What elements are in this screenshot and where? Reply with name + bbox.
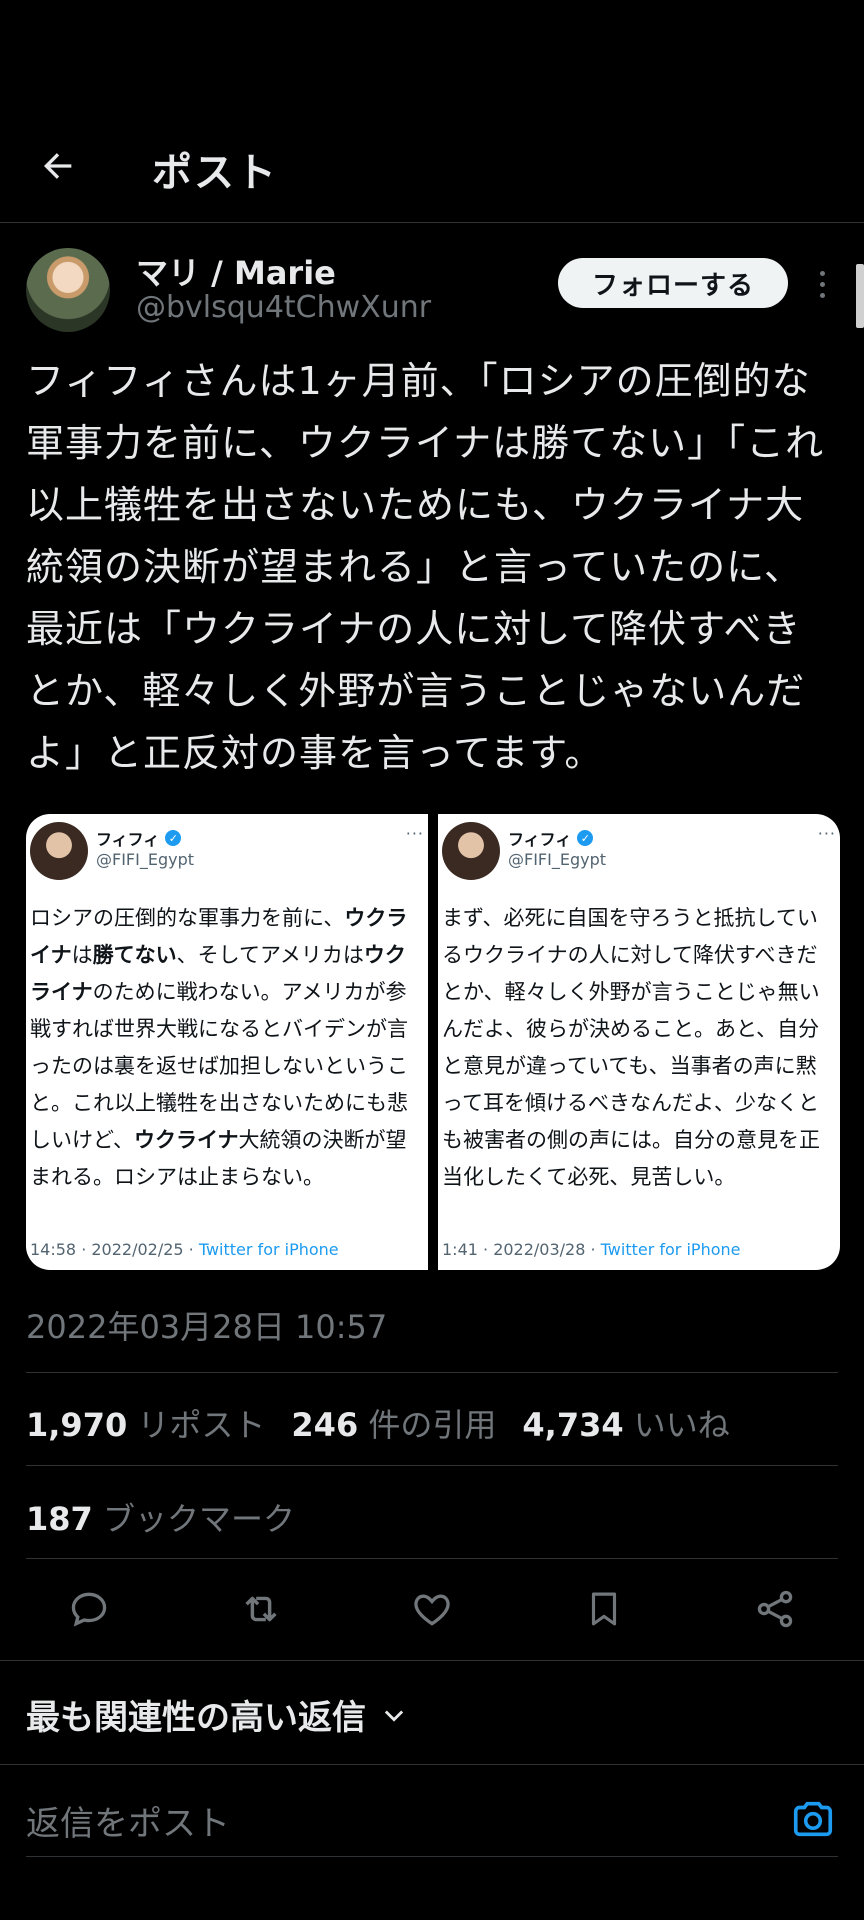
share-icon <box>757 1590 793 1628</box>
divider <box>26 1558 838 1559</box>
embedded-more-icon: ··· <box>405 824 424 843</box>
avatar[interactable] <box>26 248 110 332</box>
divider <box>26 1465 838 1466</box>
media-image-right[interactable]: フィフィ ✓ @FIFI_Egypt ··· まず、必死に自国を守ろうと抵抗して… <box>438 814 840 1270</box>
arrow-left-icon <box>44 153 72 179</box>
reposts-stat[interactable]: 1,970 リポスト <box>26 1400 265 1446</box>
page-title: ポスト <box>152 150 278 196</box>
back-button[interactable] <box>30 138 86 194</box>
embedded-meta: 14:58 · 2022/02/25 · Twitter for iPhone <box>30 1240 339 1259</box>
top-bar: ポスト <box>0 0 864 223</box>
camera-button[interactable] <box>790 1796 836 1842</box>
tweet-text: フィフィさんは1ヶ月前、「ロシアの圧倒的な軍事力を前に、ウクライナは勝てない」「… <box>26 359 825 775</box>
embedded-avatar <box>30 822 88 880</box>
engagement-stats: 1,970 リポスト 246 件の引用 4,734 いいね <box>26 1400 730 1446</box>
quotes-stat[interactable]: 246 件の引用 <box>291 1400 496 1446</box>
bookmarks-stat[interactable]: 187 ブックマーク <box>26 1494 295 1540</box>
embedded-name-text: フィフィ <box>96 830 160 849</box>
scrollbar[interactable] <box>856 264 864 328</box>
reply-sort-dropdown[interactable]: 最も関連性の高い返信 <box>26 1690 408 1739</box>
reply-sort-label: 最も関連性の高い返信 <box>26 1698 366 1738</box>
embedded-name-text: フィフィ <box>508 830 572 849</box>
tweet-timestamp[interactable]: 2022年03月28日 10:57 <box>26 1302 387 1348</box>
divider <box>0 1660 864 1661</box>
author-display-name[interactable]: マリ / Marie <box>136 248 336 294</box>
heart-icon <box>414 1594 450 1626</box>
verified-badge-icon: ✓ <box>577 830 594 846</box>
camera-icon <box>793 1801 833 1837</box>
action-bar <box>26 1574 838 1644</box>
reply-input[interactable]: 返信をポスト <box>26 1796 230 1845</box>
follow-button[interactable]: フォローする <box>558 258 788 308</box>
repost-button[interactable] <box>238 1586 284 1632</box>
likes-stat[interactable]: 4,734 いいね <box>522 1400 729 1446</box>
media-image-left[interactable]: フィフィ ✓ @FIFI_Egypt ··· ロシアの圧倒的な軍事力を前に、ウク… <box>26 814 428 1270</box>
divider <box>26 1856 838 1857</box>
divider <box>26 1372 838 1373</box>
divider <box>0 1764 864 1765</box>
bookmark-icon <box>591 1592 616 1626</box>
share-button[interactable] <box>752 1586 798 1632</box>
like-button[interactable] <box>409 1586 455 1632</box>
reply-icon <box>71 1592 107 1627</box>
repost-icon <box>244 1596 277 1622</box>
verified-badge-icon: ✓ <box>165 830 182 846</box>
embedded-name: フィフィ ✓ <box>96 826 182 850</box>
embedded-body: ロシアの圧倒的な軍事力を前に、ウクライナは勝てない、そしてアメリカはウクライナの… <box>30 906 408 1189</box>
embedded-meta: 1:41 · 2022/03/28 · Twitter for iPhone <box>442 1240 741 1259</box>
embedded-name: フィフィ ✓ <box>508 826 594 850</box>
bookmark-button[interactable] <box>581 1586 627 1632</box>
embedded-handle: @FIFI_Egypt <box>508 850 607 869</box>
chevron-down-icon <box>384 1710 404 1722</box>
more-options-button[interactable] <box>810 264 834 304</box>
reply-button[interactable] <box>66 1586 112 1632</box>
embedded-body: まず、必死に自国を守ろうと抵抗しているウクライナの人に対して降伏すべきだとか、軽… <box>442 906 820 1189</box>
embedded-avatar <box>442 822 500 880</box>
author-handle[interactable]: @bvlsqu4tChwXunr <box>136 290 431 325</box>
embedded-more-icon: ··· <box>817 824 836 843</box>
embedded-handle: @FIFI_Egypt <box>96 850 195 869</box>
